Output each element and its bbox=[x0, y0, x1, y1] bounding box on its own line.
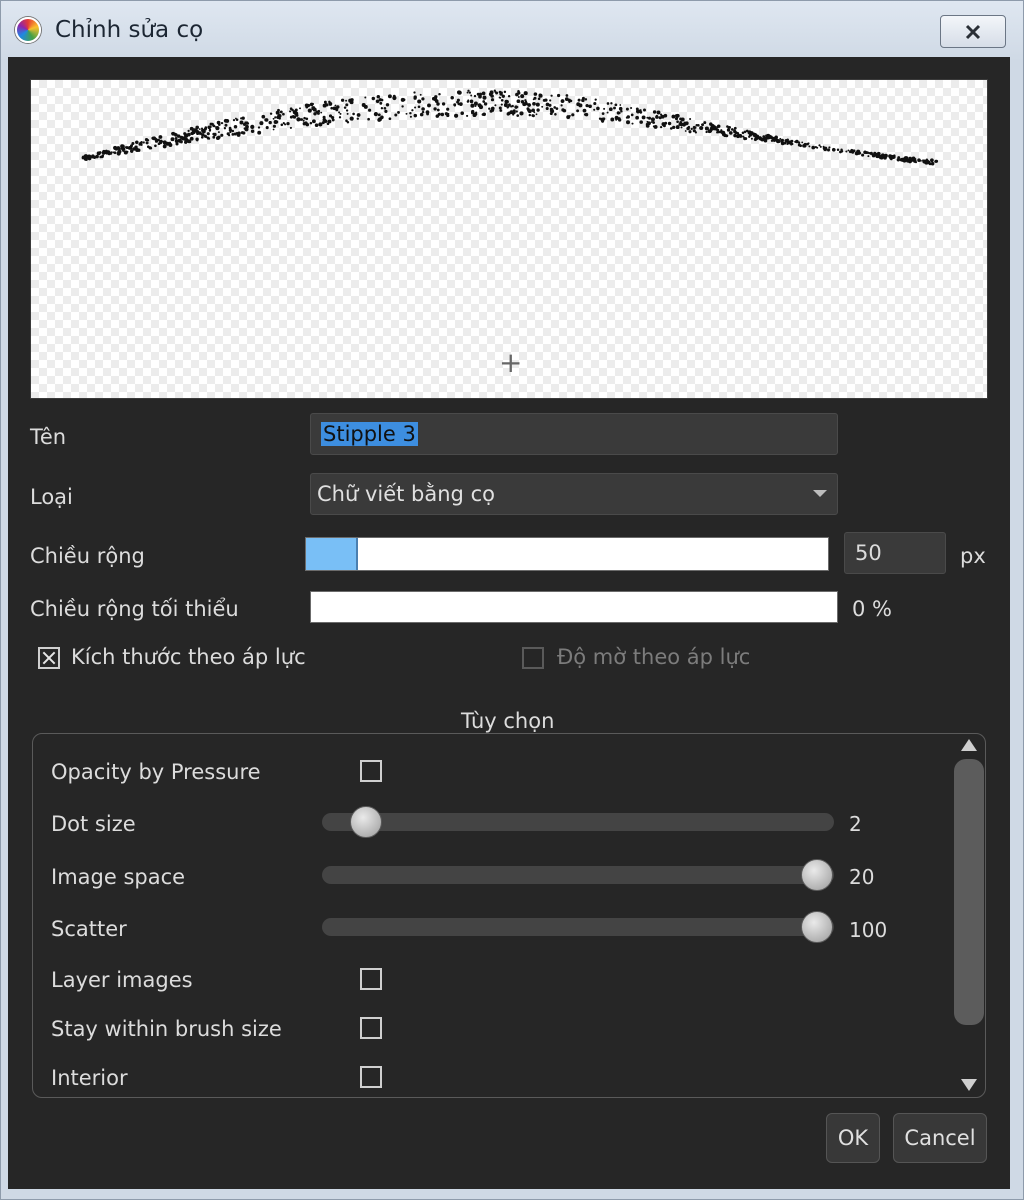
close-button[interactable] bbox=[940, 15, 1006, 48]
width-spinbox[interactable]: 50 bbox=[844, 532, 946, 574]
dot-size-label: Dot size bbox=[51, 812, 136, 836]
name-label: Tên bbox=[30, 425, 67, 449]
scroll-down-icon[interactable] bbox=[961, 1079, 977, 1091]
width-bar-fill bbox=[306, 538, 359, 570]
width-bar[interactable] bbox=[305, 537, 829, 571]
stay-within-checkbox[interactable] bbox=[360, 1017, 382, 1039]
width-value: 50 bbox=[855, 541, 882, 565]
stay-within-label: Stay within brush size bbox=[51, 1017, 282, 1041]
close-icon bbox=[965, 24, 981, 39]
interior-checkbox[interactable] bbox=[360, 1066, 382, 1088]
chevron-down-icon bbox=[813, 490, 827, 497]
dot-size-slider-handle[interactable] bbox=[350, 806, 382, 838]
window-title: Chỉnh sửa cọ bbox=[55, 17, 204, 43]
brush-preview[interactable]: + bbox=[30, 79, 988, 399]
image-space-label: Image space bbox=[51, 865, 186, 889]
size-by-pressure-label: Kích thước theo áp lực bbox=[71, 645, 306, 669]
scatter-value: 100 bbox=[849, 918, 888, 942]
title-bar[interactable]: Chỉnh sửa cọ bbox=[1, 1, 1023, 57]
opacity-by-pressure-vn-checkbox[interactable] bbox=[522, 647, 544, 669]
min-width-bar[interactable] bbox=[310, 591, 838, 623]
width-label: Chiều rộng bbox=[30, 544, 145, 568]
dot-size-value: 2 bbox=[849, 812, 862, 836]
ok-button[interactable]: OK bbox=[826, 1113, 880, 1163]
opacity-by-pressure-vn-label: Độ mờ theo áp lực bbox=[557, 645, 751, 669]
size-by-pressure-checkbox[interactable] bbox=[38, 647, 60, 669]
brush-editor-window: Chỉnh sửa cọ + Tên Stipple 3 Loại Chữ vi… bbox=[0, 0, 1024, 1200]
min-width-value: 0 % bbox=[852, 597, 892, 621]
opacity-by-pressure-checkbox[interactable] bbox=[360, 760, 382, 782]
scatter-slider[interactable] bbox=[322, 918, 834, 936]
width-unit: px bbox=[960, 544, 986, 568]
app-logo-icon bbox=[15, 17, 41, 43]
preview-cursor-icon: + bbox=[499, 346, 523, 379]
dialog-body: + Tên Stipple 3 Loại Chữ viết bằng cọ Ch… bbox=[8, 57, 1010, 1189]
min-width-label: Chiều rộng tối thiểu bbox=[30, 597, 239, 621]
layer-images-label: Layer images bbox=[51, 968, 193, 992]
interior-label: Interior bbox=[51, 1066, 128, 1090]
options-group-title: Tùy chọn bbox=[441, 709, 575, 733]
type-select[interactable]: Chữ viết bằng cọ bbox=[310, 473, 838, 515]
scatter-label: Scatter bbox=[51, 917, 127, 941]
scrollbar-thumb[interactable] bbox=[954, 759, 984, 1025]
image-space-value: 20 bbox=[849, 865, 875, 889]
scatter-slider-handle[interactable] bbox=[801, 911, 833, 943]
cancel-button[interactable]: Cancel bbox=[893, 1113, 987, 1163]
type-label: Loại bbox=[30, 485, 73, 509]
type-select-value: Chữ viết bằng cọ bbox=[317, 482, 495, 506]
opacity-by-pressure-label: Opacity by Pressure bbox=[51, 760, 261, 784]
layer-images-checkbox[interactable] bbox=[360, 968, 382, 990]
name-input[interactable]: Stipple 3 bbox=[310, 413, 838, 455]
options-group bbox=[32, 733, 986, 1098]
name-input-value: Stipple 3 bbox=[321, 422, 418, 446]
dot-size-slider[interactable] bbox=[322, 813, 834, 831]
image-space-slider-handle[interactable] bbox=[801, 859, 833, 891]
image-space-slider[interactable] bbox=[322, 866, 834, 884]
scroll-up-icon[interactable] bbox=[961, 739, 977, 751]
